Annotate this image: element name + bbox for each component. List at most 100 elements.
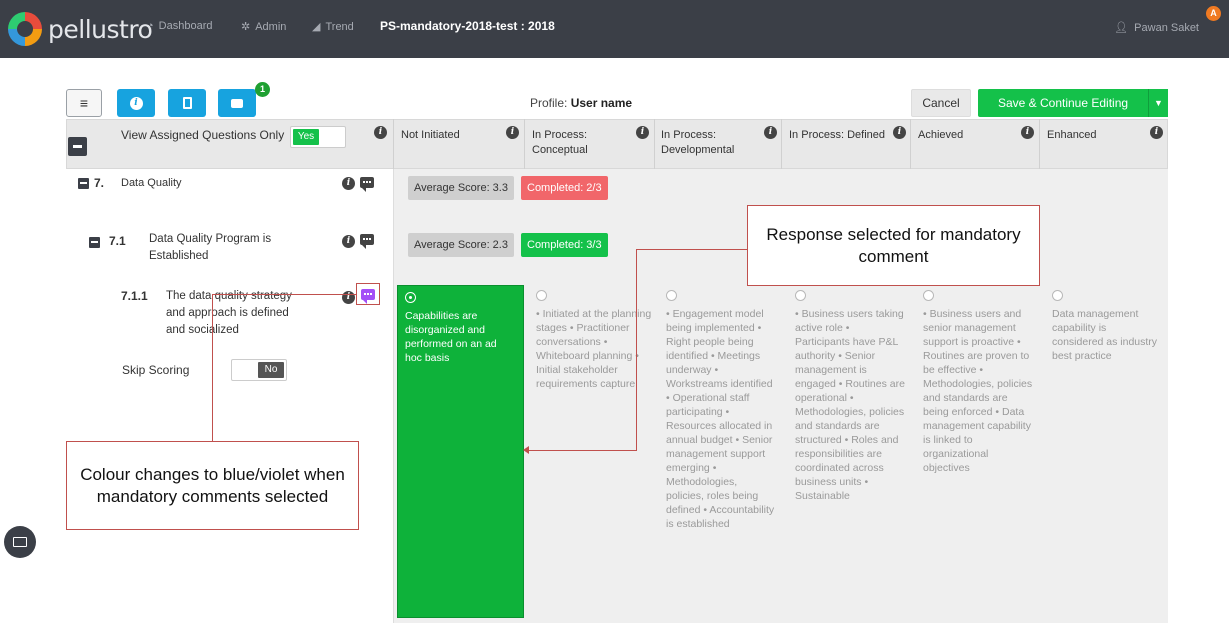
info-icon[interactable]: i — [1021, 126, 1034, 139]
document-icon — [182, 97, 192, 109]
radio-unselected[interactable] — [666, 290, 677, 301]
response-text: Capabilities are disorganized and perfor… — [405, 310, 497, 364]
save-options-dropdown[interactable]: ▼ — [1148, 89, 1168, 117]
info-button[interactable]: i — [117, 89, 155, 117]
subsection-average-score: Average Score: 2.3 — [408, 233, 514, 257]
radio-selected[interactable] — [405, 292, 416, 303]
toggle-yes: Yes — [293, 129, 319, 145]
arrow-left-icon — [523, 446, 529, 454]
info-icon[interactable]: i — [342, 177, 355, 190]
dashboard-icon: ◔ — [147, 20, 154, 32]
comment-icon — [231, 98, 243, 108]
response-option-achieved[interactable]: • Business users and senior management s… — [923, 290, 1033, 475]
document-button[interactable] — [168, 89, 206, 117]
section-average-score: Average Score: 3.3 — [408, 176, 514, 200]
response-text: • Engagement model being implemented • R… — [666, 308, 775, 530]
document-title: PS-mandatory-2018-test : 2018 — [380, 19, 555, 33]
brand[interactable]: pellustro — [8, 10, 153, 48]
column-divider — [393, 119, 394, 169]
profile-value: User name — [570, 96, 633, 110]
col-not-initiated: Not Initiated — [401, 129, 460, 141]
brand-logo-icon — [8, 12, 42, 46]
subsection-number: 7.1 — [109, 234, 126, 248]
envelope-icon — [13, 537, 27, 547]
info-icon[interactable]: i — [374, 126, 387, 139]
column-divider — [781, 119, 782, 169]
info-icon[interactable]: i — [1150, 126, 1163, 139]
radio-unselected[interactable] — [1052, 290, 1063, 301]
col-developmental: In Process: Developmental — [661, 129, 735, 156]
hamburger-icon: ≡ — [79, 95, 89, 111]
brand-name: pellustro — [48, 14, 153, 44]
info-icon[interactable]: i — [764, 126, 777, 139]
response-option-not-initiated[interactable]: Capabilities are disorganized and perfor… — [397, 285, 524, 618]
section-number: 7. — [94, 176, 105, 190]
profile-label: Profile: User name — [530, 96, 632, 110]
cancel-button[interactable]: Cancel — [911, 89, 971, 117]
nav-admin[interactable]: ✲ Admin — [241, 20, 287, 34]
col-achieved: Achieved — [918, 129, 964, 141]
caret-down-icon: ▼ — [1154, 98, 1163, 108]
col-enhanced: Enhanced — [1047, 129, 1097, 141]
info-icon: i — [129, 96, 143, 110]
nav-admin-label: Admin — [255, 20, 287, 33]
section-completed-badge: Completed: 2/3 — [521, 176, 608, 200]
save-continue-button[interactable]: Save & Continue Editing — [978, 89, 1148, 117]
subsection-completed-badge: Completed: 3/3 — [521, 233, 608, 257]
column-divider — [910, 119, 911, 169]
subsection-title: Data Quality Program is Established — [149, 233, 272, 262]
collapse-section-button[interactable] — [78, 178, 89, 189]
gear-icon: ✲ — [241, 21, 251, 33]
col-conceptual: In Process: Conceptual — [532, 129, 588, 156]
comment-icon[interactable] — [360, 234, 374, 249]
info-icon[interactable]: i — [506, 126, 519, 139]
info-icon[interactable]: i — [636, 126, 649, 139]
annotation-colour-change: Colour changes to blue/violet when manda… — [66, 441, 359, 530]
info-icon[interactable]: i — [342, 235, 355, 248]
view-assigned-toggle[interactable]: Yes — [290, 126, 346, 148]
collapse-all-button[interactable] — [68, 137, 87, 156]
response-option-developmental[interactable]: • Engagement model being implemented • R… — [666, 290, 778, 531]
comment-icon[interactable] — [360, 177, 374, 192]
col-defined: In Process: Defined — [789, 129, 885, 141]
top-navbar: pellustro ◔ Dashboard ✲ Admin ◢ Trend PS… — [0, 0, 1229, 58]
column-divider — [654, 119, 655, 169]
user-name: Pawan Saket — [1134, 21, 1199, 34]
annotation-connector — [636, 249, 637, 451]
info-icon[interactable]: i — [342, 291, 355, 304]
response-text: Data management capability is considered… — [1052, 308, 1158, 362]
column-divider — [524, 119, 525, 169]
response-text: • Business users and senior management s… — [923, 308, 1033, 474]
annotation-connector — [212, 294, 213, 441]
profile-label-text: Profile: — [530, 96, 568, 110]
user-notification-badge[interactable]: A — [1206, 6, 1221, 21]
comment-icon-highlight — [356, 283, 380, 305]
response-option-defined[interactable]: • Business users taking active role • Pa… — [795, 290, 905, 503]
trend-chart-icon: ◢ — [312, 21, 321, 33]
response-option-enhanced[interactable]: Data management capability is considered… — [1052, 290, 1158, 363]
annotation-connector — [528, 450, 637, 451]
info-icon[interactable]: i — [893, 126, 906, 139]
radio-unselected[interactable] — [536, 290, 547, 301]
annotation-connector — [636, 249, 747, 250]
question-title: The data quality strategy and approach i… — [166, 290, 292, 336]
radio-unselected[interactable] — [923, 290, 934, 301]
nav-trend[interactable]: ◢ Trend — [312, 20, 354, 34]
user-menu[interactable]: 👤︎ Pawan Saket — [1114, 21, 1199, 35]
nav-dashboard[interactable]: ◔ Dashboard — [147, 20, 212, 32]
floating-message-button[interactable] — [4, 526, 36, 558]
menu-toggle-button[interactable]: ≡ — [66, 89, 102, 117]
nav-trend-label: Trend — [325, 20, 354, 33]
column-divider — [1039, 119, 1040, 169]
skip-scoring-toggle[interactable]: No — [231, 359, 287, 381]
comments-button[interactable] — [218, 89, 256, 117]
question-number: 7.1.1 — [121, 289, 148, 303]
section-title: Data Quality — [121, 177, 182, 189]
response-text: • Business users taking active role • Pa… — [795, 308, 905, 502]
annotation-response-selected: Response selected for mandatory comment — [747, 205, 1040, 286]
comments-count-badge: 1 — [255, 82, 270, 97]
toggle-no: No — [258, 362, 284, 378]
collapse-subsection-button[interactable] — [89, 237, 100, 248]
skip-scoring-label: Skip Scoring — [122, 363, 190, 377]
radio-unselected[interactable] — [795, 290, 806, 301]
